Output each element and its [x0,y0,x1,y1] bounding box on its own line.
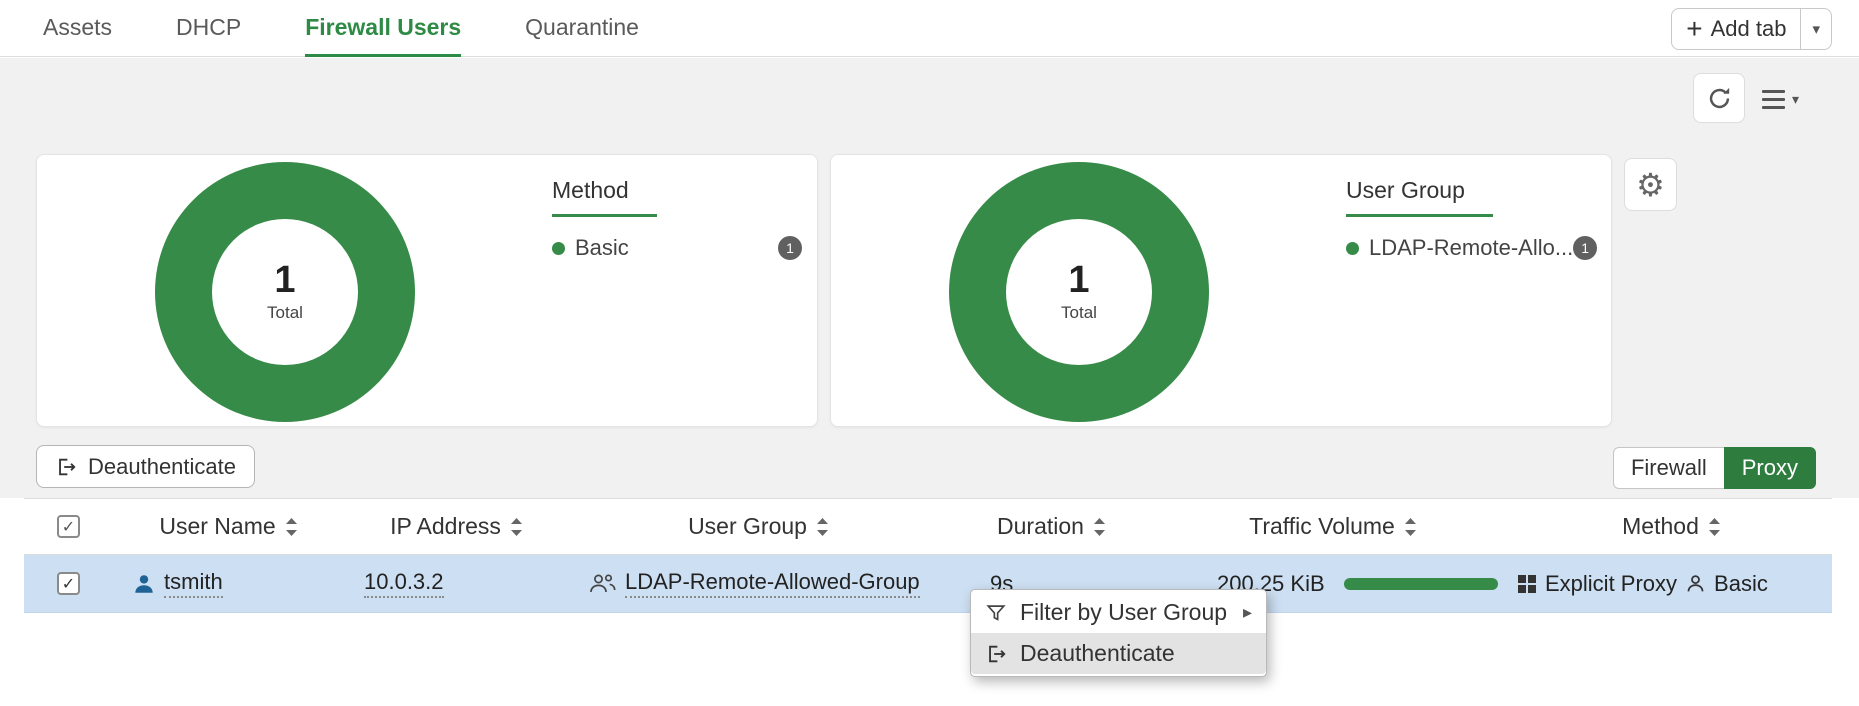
sort-icon[interactable] [816,518,829,536]
cell-method: Explicit Proxy Basic [1511,571,1832,597]
user-group-chart-card: 1 Total User Group LDAP-Remote-Allo... 1 [830,154,1612,427]
donut-total-value: 1 [1068,261,1089,299]
donut-total-label: Total [1061,303,1097,323]
refresh-button[interactable] [1693,73,1745,123]
logout-icon [55,456,77,478]
user-icon [133,573,155,595]
cell-user-name[interactable]: tsmith [113,569,344,598]
method-auth-value: Basic [1714,571,1768,597]
legend-item-basic[interactable]: Basic 1 [552,235,802,261]
app-root: Assets DHCP Firewall Users Quarantine + … [0,0,1859,706]
add-tab-button[interactable]: + Add tab ▾ [1671,8,1832,50]
sort-icon[interactable] [1404,518,1417,536]
tab-firewall-users[interactable]: Firewall Users [305,0,461,57]
legend-color-dot [552,242,565,255]
context-menu-item-label: Deauthenticate [1020,640,1175,667]
sort-icon[interactable] [510,518,523,536]
add-tab-label: Add tab [1711,16,1787,42]
donut-center: 1 Total [1006,219,1152,365]
method-proxy-value: Explicit Proxy [1545,571,1677,597]
tab-list: Assets DHCP Firewall Users Quarantine [43,0,639,56]
column-label: Traffic Volume [1249,513,1395,540]
column-header-method[interactable]: Method [1511,513,1832,540]
table-header-row: ✓ User Name IP Address User Group Durati… [24,498,1832,555]
ip-address-value[interactable]: 10.0.3.2 [364,569,444,598]
column-label: User Group [688,513,807,540]
context-menu-item-filter-by-user-group[interactable]: Filter by User Group ▸ [971,592,1266,633]
toggle-option-proxy[interactable]: Proxy [1724,447,1816,489]
hamburger-menu-button[interactable]: ▾ [1762,82,1818,116]
chevron-down-icon: ▾ [1792,91,1799,108]
deauthenticate-label: Deauthenticate [88,454,236,480]
user-name-value[interactable]: tsmith [164,569,223,598]
sort-icon[interactable] [285,518,298,536]
column-header-user-group[interactable]: User Group [569,513,948,540]
filter-icon [985,602,1007,624]
tab-quarantine[interactable]: Quarantine [525,0,639,57]
logout-icon [985,643,1007,665]
submenu-arrow-icon: ▸ [1243,602,1252,623]
cell-user-group[interactable]: LDAP-Remote-Allowed-Group [569,569,948,598]
method-donut-chart[interactable]: 1 Total [155,162,415,422]
refresh-icon [1706,85,1733,112]
chevron-down-icon[interactable]: ▾ [1801,20,1831,38]
user-group-value[interactable]: LDAP-Remote-Allowed-Group [625,569,920,598]
user-group-icon [589,573,616,594]
toggle-option-firewall[interactable]: Firewall [1613,447,1724,489]
legend-color-dot [1346,242,1359,255]
count-badge: 1 [778,236,802,260]
context-menu: Filter by User Group ▸ Deauthenticate [970,589,1267,677]
legend-title: Method [552,177,657,217]
column-header-user-name[interactable]: User Name [113,513,344,540]
context-menu-item-deauthenticate[interactable]: Deauthenticate [971,633,1266,674]
plus-icon: + [1672,15,1710,43]
column-header-traffic-volume[interactable]: Traffic Volume [1155,513,1511,540]
person-outline-icon [1685,573,1706,594]
column-label: IP Address [390,513,501,540]
user-group-legend: User Group LDAP-Remote-Allo... 1 [1346,177,1596,261]
method-chart-card: 1 Total Method Basic 1 [36,154,818,427]
column-label: Duration [997,513,1084,540]
tab-assets[interactable]: Assets [43,0,112,57]
firewall-users-table: ✓ User Name IP Address User Group Durati… [24,498,1832,613]
donut-total-value: 1 [274,261,295,299]
legend-label: LDAP-Remote-Allo... [1369,235,1573,261]
column-label: Method [1622,513,1699,540]
column-header-ip-address[interactable]: IP Address [344,513,569,540]
cell-ip-address[interactable]: 10.0.3.2 [344,569,569,598]
donut-total-label: Total [267,303,303,323]
explicit-proxy-icon [1517,574,1537,594]
column-header-duration[interactable]: Duration [948,513,1155,540]
deauthenticate-button[interactable]: Deauthenticate [36,445,255,488]
context-menu-item-label: Filter by User Group [1020,599,1227,626]
row-checkbox[interactable]: ✓ [57,572,80,595]
legend-label: Basic [575,235,629,261]
method-legend: Method Basic 1 [552,177,802,261]
user-group-donut-chart[interactable]: 1 Total [949,162,1209,422]
select-all-checkbox[interactable]: ✓ [57,515,80,538]
count-badge: 1 [1573,236,1597,260]
sort-icon[interactable] [1093,518,1106,536]
hamburger-icon [1762,90,1785,109]
firewall-proxy-toggle: Firewall Proxy [1613,447,1816,489]
legend-item-ldap-group[interactable]: LDAP-Remote-Allo... 1 [1346,235,1596,261]
legend-title: User Group [1346,177,1493,217]
column-label: User Name [159,513,275,540]
donut-center: 1 Total [212,219,358,365]
settings-button[interactable]: ⚙ [1624,158,1677,211]
sort-icon[interactable] [1708,518,1721,536]
tab-bar: Assets DHCP Firewall Users Quarantine + … [0,0,1859,57]
gear-icon: ⚙ [1636,166,1665,204]
tab-dhcp[interactable]: DHCP [176,0,241,57]
table-row[interactable]: ✓ tsmith 10.0.3.2 LDAP-Remote-Al [24,555,1832,613]
traffic-volume-bar [1344,578,1498,590]
